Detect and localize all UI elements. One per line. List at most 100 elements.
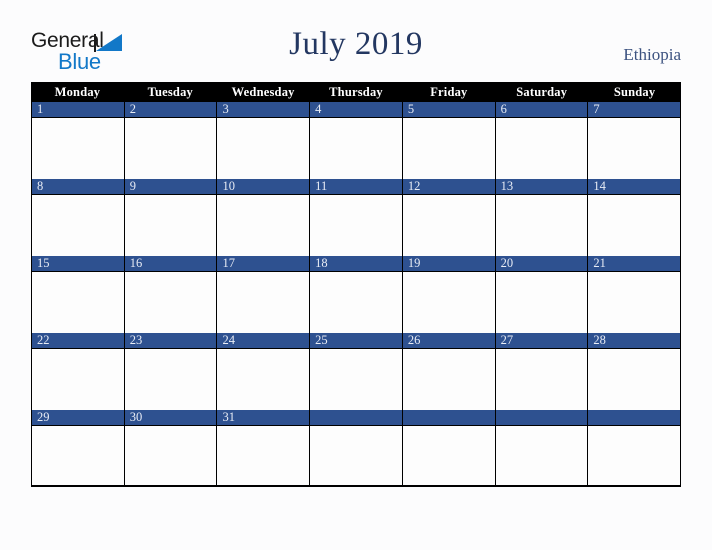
day-cell[interactable]: 19	[402, 256, 496, 333]
day-events[interactable]	[495, 426, 588, 485]
day-events[interactable]	[588, 118, 681, 179]
day-events[interactable]	[124, 349, 217, 410]
day-cell[interactable]: 4	[310, 102, 403, 179]
day-number: 1	[32, 102, 124, 118]
day-cell[interactable]: 8	[32, 179, 125, 256]
day-cell[interactable]: 10	[217, 179, 311, 256]
day-events[interactable]	[495, 272, 588, 333]
day-cell[interactable]: 29	[32, 410, 125, 485]
day-cell[interactable]: 31	[217, 410, 311, 485]
weekday-header-friday: Friday	[430, 85, 468, 99]
day-cell[interactable]: 7	[588, 102, 681, 179]
day-events[interactable]	[402, 118, 495, 179]
day-cell[interactable]: 23	[124, 333, 218, 410]
day-cell[interactable]	[310, 410, 403, 485]
day-number	[402, 410, 495, 426]
day-number: 14	[588, 179, 681, 195]
calendar-grid: Monday Tuesday Wednesday Thursday Friday…	[31, 82, 681, 487]
day-events[interactable]	[495, 195, 588, 256]
day-cell[interactable]: 21	[588, 256, 681, 333]
day-events[interactable]	[588, 195, 681, 256]
day-events[interactable]	[217, 195, 310, 256]
day-events[interactable]	[124, 272, 217, 333]
day-cell[interactable]: 27	[495, 333, 589, 410]
day-number: 20	[495, 256, 588, 272]
day-events[interactable]	[310, 118, 402, 179]
day-number: 7	[588, 102, 681, 118]
week-row: 22 23 24 25 26 27 28	[31, 333, 681, 410]
day-cell[interactable]: 24	[217, 333, 311, 410]
day-cell[interactable]: 14	[588, 179, 681, 256]
day-number: 4	[310, 102, 402, 118]
day-events[interactable]	[32, 349, 124, 410]
day-number: 6	[495, 102, 588, 118]
day-number: 8	[32, 179, 124, 195]
day-number: 29	[32, 410, 124, 426]
week-row: 8 9 10 11 12 13 14	[31, 179, 681, 256]
day-events[interactable]	[588, 426, 681, 485]
day-events[interactable]	[402, 426, 495, 485]
day-events[interactable]	[588, 272, 681, 333]
day-events[interactable]	[310, 272, 402, 333]
day-events[interactable]	[310, 195, 402, 256]
day-events[interactable]	[217, 118, 310, 179]
day-cell[interactable]: 1	[32, 102, 125, 179]
day-number: 13	[495, 179, 588, 195]
day-events[interactable]	[495, 349, 588, 410]
country-label: Ethiopia	[623, 45, 681, 64]
day-events[interactable]	[124, 195, 217, 256]
day-number: 22	[32, 333, 124, 349]
page-title: July 2019	[289, 26, 423, 62]
day-cell[interactable]: 11	[310, 179, 403, 256]
day-events[interactable]	[402, 349, 495, 410]
day-cell[interactable]: 28	[588, 333, 681, 410]
day-cell[interactable]: 17	[217, 256, 311, 333]
day-events[interactable]	[402, 195, 495, 256]
day-events[interactable]	[32, 118, 124, 179]
week-row: 1 2 3 4 5 6 7	[31, 102, 681, 179]
day-number: 15	[32, 256, 124, 272]
day-events[interactable]	[310, 349, 402, 410]
day-cell[interactable]	[495, 410, 589, 485]
day-number: 19	[402, 256, 495, 272]
day-events[interactable]	[124, 426, 217, 485]
day-number: 23	[124, 333, 217, 349]
day-events[interactable]	[217, 272, 310, 333]
day-number: 31	[217, 410, 310, 426]
day-cell[interactable]: 30	[124, 410, 218, 485]
day-cell[interactable]: 12	[402, 179, 496, 256]
day-cell[interactable]	[402, 410, 496, 485]
day-cell[interactable]: 20	[495, 256, 589, 333]
page-header: General Blue July 2019 Ethiopia	[0, 0, 712, 82]
day-events[interactable]	[124, 118, 217, 179]
day-cell[interactable]: 22	[32, 333, 125, 410]
day-events[interactable]	[402, 272, 495, 333]
day-events[interactable]	[217, 426, 310, 485]
day-cell[interactable]: 2	[124, 102, 218, 179]
day-number: 30	[124, 410, 217, 426]
day-cell[interactable]: 5	[402, 102, 496, 179]
day-cell[interactable]: 6	[495, 102, 589, 179]
day-cell[interactable]	[588, 410, 681, 485]
day-cell[interactable]: 9	[124, 179, 218, 256]
day-number	[588, 410, 681, 426]
day-events[interactable]	[310, 426, 402, 485]
day-cell[interactable]: 3	[217, 102, 311, 179]
day-events[interactable]	[217, 349, 310, 410]
day-cell[interactable]: 18	[310, 256, 403, 333]
day-cell[interactable]: 16	[124, 256, 218, 333]
day-events[interactable]	[495, 118, 588, 179]
day-number: 5	[402, 102, 495, 118]
day-events[interactable]	[32, 426, 124, 485]
day-number: 18	[310, 256, 402, 272]
day-cell[interactable]: 26	[402, 333, 496, 410]
day-events[interactable]	[32, 272, 124, 333]
day-cell[interactable]: 13	[495, 179, 589, 256]
day-number: 16	[124, 256, 217, 272]
day-number	[310, 410, 402, 426]
day-events[interactable]	[32, 195, 124, 256]
day-cell[interactable]: 25	[310, 333, 403, 410]
day-number: 17	[217, 256, 310, 272]
day-events[interactable]	[588, 349, 681, 410]
day-cell[interactable]: 15	[32, 256, 125, 333]
